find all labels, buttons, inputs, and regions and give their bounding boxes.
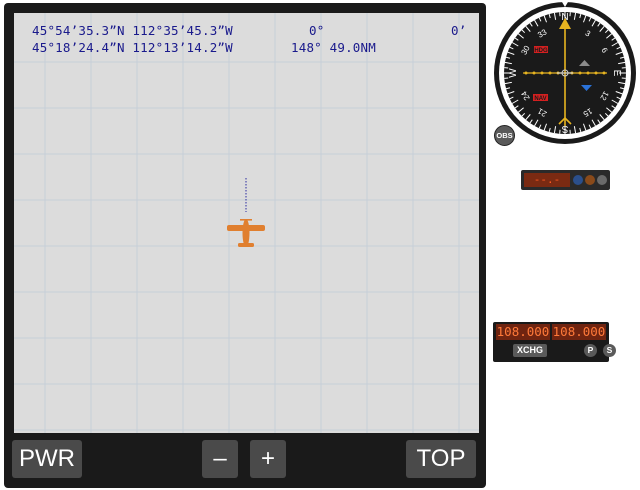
nav-flag: NAV [534,96,546,102]
west-label: W [508,68,519,78]
hsi-indicator: 36121521243033 HDG NAV N E S W [494,2,636,144]
east-label: E [611,70,622,77]
xchg-button[interactable]: XCHG [513,344,547,357]
gps-map-screen[interactable]: 45°54’35.3”N 112°35’45.3”W 0° 0’ 45°18’2… [14,13,479,433]
zoom-in-button[interactable]: + [250,440,286,478]
active-frequency: 108.000 [496,324,550,340]
gps-unit: 45°54’35.3”N 112°35’45.3”W 0° 0’ 45°18’2… [4,3,486,488]
waypoint-position: 45°18’24.4”N 112°13’14.2”W [32,40,233,55]
s-button[interactable]: S [603,344,616,357]
dme-display: --.- [524,173,570,187]
hdg-flag: HDG [534,48,548,54]
aircraft-icon [227,178,265,247]
nav-radio: 108.000 108.000 XCHG P S [493,322,616,362]
zoom-out-button[interactable]: – [202,440,238,478]
p-button[interactable]: P [584,344,597,357]
current-position: 45°54’35.3”N 112°35’45.3”W [32,23,233,38]
dme-gray-light-icon [597,175,607,185]
obs-knob[interactable]: OBS [494,125,515,146]
south-label: S [561,123,568,134]
standby-frequency: 108.000 [552,324,606,340]
dme-blue-light-icon [573,175,583,185]
current-distance: 0’ [451,23,467,38]
north-label: N [561,12,568,23]
waypoint-bearing-distance: 148° 49.0NM [291,40,376,55]
top-button[interactable]: TOP [406,440,476,478]
dme-unit: --.- [521,170,610,190]
power-button[interactable]: PWR [12,440,82,478]
dme-amber-light-icon [585,175,595,185]
current-bearing: 0° [309,23,325,38]
